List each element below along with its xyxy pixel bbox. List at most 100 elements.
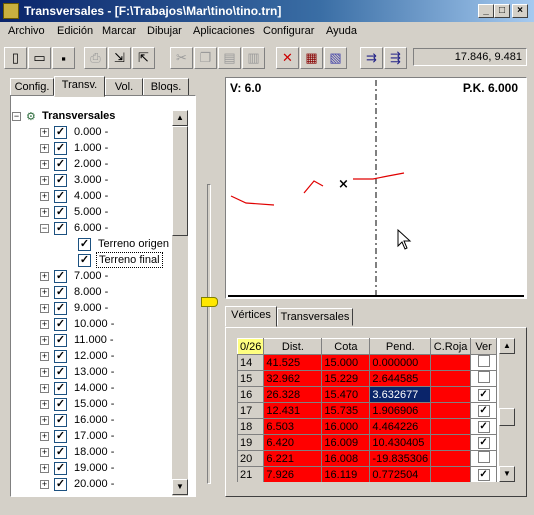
table-row[interactable]: 19 6.420 16.009 10.430405 ✓ (237, 434, 498, 451)
cell[interactable]: 41.525 (263, 354, 323, 371)
checkbox[interactable]: ✓ (54, 142, 67, 155)
cell[interactable]: 3.632677 (369, 386, 432, 403)
tab-transversales[interactable]: Transversales (277, 308, 353, 326)
expand-icon[interactable]: + (40, 352, 49, 361)
expand-icon[interactable]: + (40, 304, 49, 313)
tab-config[interactable]: Config. (10, 78, 54, 96)
expand-icon[interactable]: + (40, 288, 49, 297)
checkbox[interactable]: ✓ (54, 302, 67, 315)
cell[interactable]: 26.328 (263, 386, 323, 403)
expand-icon[interactable]: + (40, 400, 49, 409)
ver-checkbox[interactable]: ✓ (477, 437, 490, 449)
ver-cell[interactable] (470, 450, 498, 467)
cell[interactable]: 15.470 (321, 386, 371, 403)
cell[interactable]: -19.835306 (369, 450, 432, 467)
expand-icon[interactable]: + (40, 368, 49, 377)
cell[interactable] (430, 466, 472, 482)
expand-icon[interactable]: + (40, 448, 49, 457)
table-row[interactable]: 15 32.962 15.229 2.644585 (237, 370, 498, 387)
open-folder-icon[interactable]: ▭ (28, 47, 51, 69)
menu-marcar[interactable]: Marcar (102, 25, 136, 37)
close-button[interactable]: × (512, 4, 528, 18)
delete-section-icon[interactable]: ✕ (276, 47, 299, 69)
ver-cell[interactable]: ✓ (470, 434, 498, 451)
hatch-icon[interactable]: ▧ (324, 47, 347, 69)
splitter[interactable] (225, 300, 527, 303)
tab-vertices[interactable]: Vértices (225, 306, 277, 327)
checkbox[interactable]: ✓ (54, 430, 67, 443)
checkbox[interactable]: ✓ (54, 446, 67, 459)
table-row[interactable]: 21 7.926 16.119 0.772504 ✓ (237, 466, 498, 482)
cell[interactable]: 1.906906 (369, 402, 432, 419)
cell[interactable]: 0.000000 (369, 354, 432, 371)
checkbox[interactable]: ✓ (54, 286, 67, 299)
cell[interactable]: 16.009 (321, 434, 371, 451)
table-scroll-down-icon[interactable]: ▼ (499, 466, 515, 482)
col-croja[interactable]: C.Roja (430, 338, 472, 355)
checkbox[interactable]: ✓ (54, 350, 67, 363)
table-row[interactable]: 18 6.503 16.000 4.464226 ✓ (237, 418, 498, 435)
cell[interactable]: 15.735 (321, 402, 371, 419)
checkbox[interactable]: ✓ (54, 270, 67, 283)
section-slider[interactable] (200, 180, 218, 495)
ver-cell[interactable]: ✓ (470, 466, 498, 482)
collapse-icon[interactable]: − (40, 224, 49, 233)
table-row[interactable]: 14 41.525 15.000 0.000000 (237, 354, 498, 371)
cell[interactable]: 2.644585 (369, 370, 432, 387)
ver-cell[interactable]: ✓ (470, 402, 498, 419)
cell[interactable] (430, 386, 472, 403)
ver-cell[interactable]: ✓ (470, 386, 498, 403)
checkbox[interactable]: ✓ (54, 174, 67, 187)
ver-cell[interactable] (470, 370, 498, 387)
table-row[interactable]: 20 6.221 16.008 -19.835306 (237, 450, 498, 467)
checkbox[interactable]: ✓ (54, 382, 67, 395)
cut-icon[interactable]: ✂ (170, 47, 193, 69)
cell[interactable]: 16.000 (321, 418, 371, 435)
checkbox[interactable]: ✓ (54, 366, 67, 379)
cell[interactable]: 15.229 (321, 370, 371, 387)
cell[interactable] (430, 370, 472, 387)
print-icon[interactable]: ⎙ (84, 47, 107, 69)
ver-checkbox[interactable]: ✓ (477, 405, 490, 417)
new-file-icon[interactable]: ▯ (4, 47, 27, 69)
checkbox[interactable]: ✓ (54, 206, 67, 219)
maximize-button[interactable]: □ (494, 4, 510, 18)
checkbox[interactable]: ✓ (54, 190, 67, 203)
table-scroll-thumb[interactable] (499, 408, 515, 426)
clipboard-icon[interactable]: ▥ (242, 47, 265, 69)
checkbox[interactable]: ✓ (54, 462, 67, 475)
menu-ayuda[interactable]: Ayuda (326, 25, 357, 37)
table-row[interactable]: 16 26.328 15.470 3.632677 ✓ (237, 386, 498, 403)
menu-configurar[interactable]: Configurar (263, 25, 314, 37)
export-list-icon[interactable]: ⇶ (384, 47, 407, 69)
cell[interactable]: 7.926 (263, 466, 323, 482)
copy-icon[interactable]: ❐ (194, 47, 217, 69)
slider-handle[interactable] (201, 297, 218, 307)
export-icon[interactable]: ⇲ (108, 47, 131, 69)
col-dist[interactable]: Dist. (263, 338, 323, 355)
section-drawing[interactable]: V: 6.0 P.K. 6.000 × (225, 77, 527, 299)
save-icon[interactable]: ▪ (52, 47, 75, 69)
checkbox[interactable]: ✓ (78, 238, 91, 251)
cell[interactable]: 6.221 (263, 450, 323, 467)
cell[interactable]: 16.119 (321, 466, 371, 482)
expand-icon[interactable]: + (40, 176, 49, 185)
cell[interactable]: 10.430405 (369, 434, 432, 451)
table-row[interactable]: 17 12.431 15.735 1.906906 ✓ (237, 402, 498, 419)
cell[interactable]: 6.503 (263, 418, 323, 435)
checkbox[interactable]: ✓ (54, 478, 67, 491)
checkbox[interactable]: ✓ (54, 318, 67, 331)
cell[interactable] (430, 418, 472, 435)
expand-icon[interactable]: + (40, 144, 49, 153)
checkbox[interactable]: ✓ (54, 334, 67, 347)
expand-icon[interactable]: + (40, 160, 49, 169)
menu-archivo[interactable]: Archivo (8, 25, 45, 37)
expand-icon[interactable]: + (40, 320, 49, 329)
ver-checkbox[interactable] (477, 355, 490, 367)
cell[interactable] (430, 354, 472, 371)
menu-dibujar[interactable]: Dibujar (147, 25, 182, 37)
collapse-icon[interactable]: − (12, 112, 21, 121)
tree-scrollbar[interactable]: ▲ ▼ (172, 110, 188, 496)
col-ver[interactable]: Ver (470, 338, 498, 355)
tab-bloqs[interactable]: Bloqs. (143, 78, 189, 96)
